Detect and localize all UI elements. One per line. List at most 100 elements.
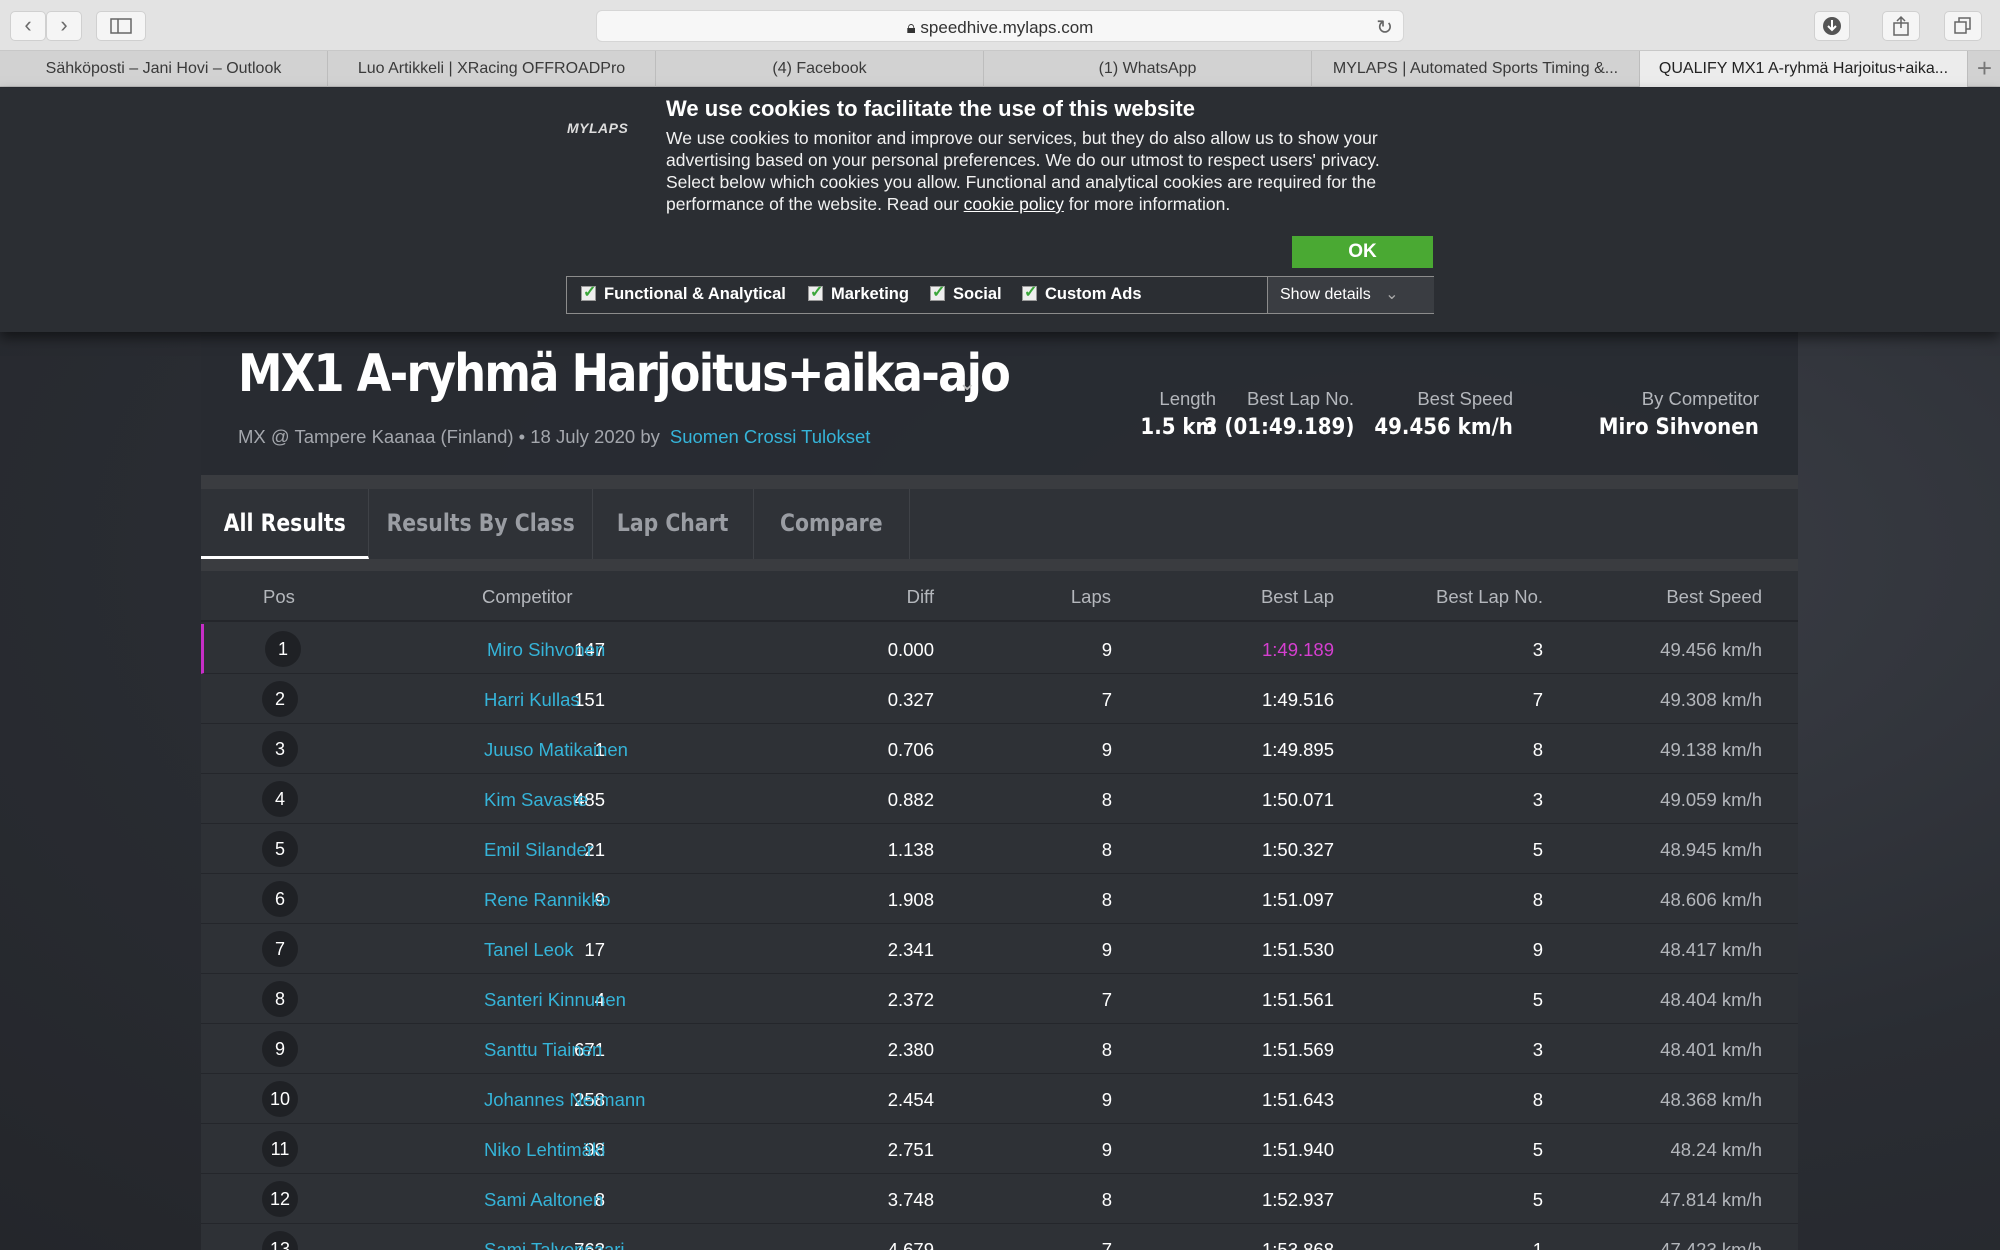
competitor-link[interactable]: Johannes Nermann bbox=[484, 1089, 645, 1111]
share-icon[interactable] bbox=[1882, 11, 1920, 41]
best-lap-no-value: 8 bbox=[1532, 1089, 1543, 1110]
best-speed-value: 48.24 km/h bbox=[1670, 1139, 1762, 1160]
column-header-competitor[interactable]: Competitor bbox=[482, 586, 572, 608]
position-badge: 10 bbox=[262, 1081, 298, 1117]
back-icon[interactable]: ‹ bbox=[10, 11, 46, 41]
best-lap-no-value: 9 bbox=[1532, 939, 1543, 960]
table-row[interactable]: 5 21 Emil Silander 1.138 8 1:50.327 5 48.945 km… bbox=[201, 824, 1798, 874]
competitor-link[interactable]: Tanel Leok bbox=[484, 939, 573, 961]
cookie-options: Functional & Analytical Marketing Social… bbox=[566, 276, 1434, 314]
forward-icon[interactable]: › bbox=[46, 11, 82, 41]
browser-tab-label: Luo Artikkeli | XRacing OFFROADPro bbox=[357, 60, 626, 77]
table-row[interactable]: 10 258 Johannes Nermann 2.454 9 1:51.643 8 48.3… bbox=[201, 1074, 1798, 1124]
option-custom-ads[interactable]: Custom Ads bbox=[1022, 282, 1142, 304]
position-badge: 9 bbox=[262, 1031, 298, 1067]
tabs-overview-icon[interactable] bbox=[1944, 11, 1982, 41]
column-header-laps[interactable]: Laps bbox=[1071, 586, 1111, 608]
table-row[interactable]: 8 4 Santeri Kinnunen 2.372 7 1:51.561 5 48.404 … bbox=[201, 974, 1798, 1024]
ok-button[interactable]: OK bbox=[1292, 236, 1433, 268]
stat-value: 49.456 km/h bbox=[1374, 415, 1513, 440]
chevron-down-icon[interactable]: ⌄ bbox=[958, 370, 976, 396]
diff-value: 2.454 bbox=[887, 1089, 934, 1110]
table-row[interactable]: 2 151 Harri Kullas 0.327 7 1:49.516 7 49.308 km… bbox=[201, 674, 1798, 724]
column-header-best-speed[interactable]: Best Speed bbox=[1666, 586, 1762, 608]
tab-results-by-class[interactable]: Results By Class bbox=[369, 489, 593, 559]
competitor-link[interactable]: Rene Rannikko bbox=[484, 889, 611, 911]
laps-value: 8 bbox=[1101, 789, 1112, 810]
option-marketing[interactable]: Marketing bbox=[808, 282, 909, 304]
browser-tab-label: (4) Facebook bbox=[772, 60, 867, 77]
organizer-link[interactable]: Suomen Crossi Tulokset bbox=[670, 426, 871, 447]
stat-value: 3 (01:49.189) bbox=[1203, 415, 1354, 440]
competitor-link[interactable]: Santeri Kinnunen bbox=[484, 989, 626, 1011]
column-header-diff[interactable]: Diff bbox=[907, 586, 934, 608]
best-lap-value: 1:49.516 bbox=[1261, 689, 1334, 710]
best-lap-no-value: 8 bbox=[1532, 739, 1543, 760]
competitor-link[interactable]: Sami Aaltonen bbox=[484, 1189, 603, 1211]
table-row[interactable]: 11 98 Niko Lehtimäki 2.751 9 1:51.940 5 48.24 k… bbox=[201, 1124, 1798, 1174]
table-row[interactable]: 13 763 Sami Talvensaari 4.679 7 1:53.868 1 47.4… bbox=[201, 1224, 1798, 1250]
competitor-link[interactable]: Emil Silander bbox=[484, 839, 593, 861]
table-row[interactable]: 4 485 Kim Savaste 0.882 8 1:50.071 3 49.059 km/… bbox=[201, 774, 1798, 824]
table-header: Pos Competitor Diff Laps Best Lap Best L… bbox=[201, 571, 1798, 622]
cookie-policy-link[interactable]: cookie policy bbox=[964, 194, 1064, 214]
diff-value: 0.882 bbox=[887, 789, 934, 810]
download-icon[interactable] bbox=[1814, 11, 1850, 41]
checkbox-icon[interactable] bbox=[930, 282, 945, 302]
position-badge: 13 bbox=[262, 1231, 298, 1250]
best-speed-value: 48.945 km/h bbox=[1660, 839, 1762, 860]
browser-tab[interactable]: Luo Artikkeli | XRacing OFFROADPro bbox=[328, 51, 656, 87]
address-bar[interactable]: 🔒︎ speedhive.mylaps.com ↻ bbox=[596, 10, 1404, 42]
browser-tab[interactable]: MYLAPS | Automated Sports Timing &... bbox=[1312, 51, 1640, 87]
browser-tab-label: (1) WhatsApp bbox=[1098, 60, 1197, 77]
event-subtitle: MX @ Tampere Kaanaa (Finland) • 18 July … bbox=[238, 426, 870, 448]
table-row[interactable]: 9 671 Santtu Tiainen 2.380 8 1:51.569 3 48.401 … bbox=[201, 1024, 1798, 1074]
new-tab-icon[interactable]: + bbox=[1977, 51, 1992, 87]
browser-tab-active[interactable]: QUALIFY MX1 A-ryhmä Harjoitus+aika... bbox=[1640, 51, 1968, 87]
best-lap-value: 1:49.189 bbox=[1261, 639, 1334, 660]
tab-lap-chart[interactable]: Lap Chart bbox=[593, 489, 754, 559]
option-social[interactable]: Social bbox=[930, 282, 1002, 304]
table-row[interactable]: 7 17 Tanel Leok 2.341 9 1:51.530 9 48.417 km/h bbox=[201, 924, 1798, 974]
show-details-button[interactable]: Show details ⌄ bbox=[1267, 277, 1434, 313]
table-row[interactable]: 6 9 Rene Rannikko 1.908 8 1:51.097 8 48.606 km/… bbox=[201, 874, 1798, 924]
competitor-number: 17 bbox=[584, 939, 605, 960]
laps-value: 8 bbox=[1101, 1039, 1112, 1060]
browser-tab[interactable]: (4) Facebook bbox=[656, 51, 984, 87]
column-header-pos[interactable]: Pos bbox=[263, 586, 295, 608]
diff-value: 0.000 bbox=[887, 639, 934, 660]
position-badge: 1 bbox=[265, 631, 301, 667]
diff-value: 1.138 bbox=[887, 839, 934, 860]
table-row[interactable]: 12 8 Sami Aaltonen 3.748 8 1:52.937 5 47.814 km… bbox=[201, 1174, 1798, 1224]
mylaps-logo: MYLAPS bbox=[567, 120, 629, 136]
diff-value: 3.748 bbox=[887, 1189, 934, 1210]
competitor-link[interactable]: Santtu Tiainen bbox=[484, 1039, 602, 1061]
sidebar-toggle-icon[interactable] bbox=[96, 11, 146, 41]
browser-tab-label: MYLAPS | Automated Sports Timing &... bbox=[1332, 60, 1619, 77]
browser-tab[interactable]: Sähköposti – Jani Hovi – Outlook bbox=[0, 51, 328, 87]
diff-value: 2.341 bbox=[887, 939, 934, 960]
column-header-best-lap-no[interactable]: Best Lap No. bbox=[1436, 586, 1543, 608]
competitor-link[interactable]: Harri Kullas bbox=[484, 689, 580, 711]
table-row[interactable]: 1 147 Miro Sihvonen 0.000 9 1:49.189 3 49.456 k… bbox=[201, 624, 1798, 674]
competitor-link[interactable]: Niko Lehtimäki bbox=[484, 1139, 605, 1161]
laps-value: 9 bbox=[1101, 939, 1112, 960]
checkbox-icon[interactable] bbox=[1022, 282, 1037, 302]
table-row[interactable]: 3 1 Juuso Matikainen 0.706 9 1:49.895 8 49.138 … bbox=[201, 724, 1798, 774]
competitor-link[interactable]: Juuso Matikainen bbox=[484, 739, 628, 761]
tab-all-results[interactable]: All Results bbox=[201, 489, 369, 559]
checkbox-icon[interactable] bbox=[808, 282, 823, 302]
browser-tab[interactable]: (1) WhatsApp bbox=[984, 51, 1312, 87]
competitor-link[interactable]: Sami Talvensaari bbox=[484, 1239, 625, 1250]
laps-value: 9 bbox=[1101, 1139, 1112, 1160]
option-functional[interactable]: Functional & Analytical bbox=[581, 282, 786, 304]
reload-icon[interactable]: ↻ bbox=[1376, 15, 1393, 40]
best-speed-value: 49.308 km/h bbox=[1660, 689, 1762, 710]
best-lap-value: 1:51.561 bbox=[1261, 989, 1334, 1010]
checkbox-icon[interactable] bbox=[581, 282, 596, 302]
competitor-link[interactable]: Kim Savaste bbox=[484, 789, 588, 811]
tab-compare[interactable]: Compare bbox=[754, 489, 910, 559]
position-badge: 8 bbox=[262, 981, 298, 1017]
column-header-best-lap[interactable]: Best Lap bbox=[1261, 586, 1334, 608]
competitor-link[interactable]: Miro Sihvonen bbox=[487, 639, 605, 661]
